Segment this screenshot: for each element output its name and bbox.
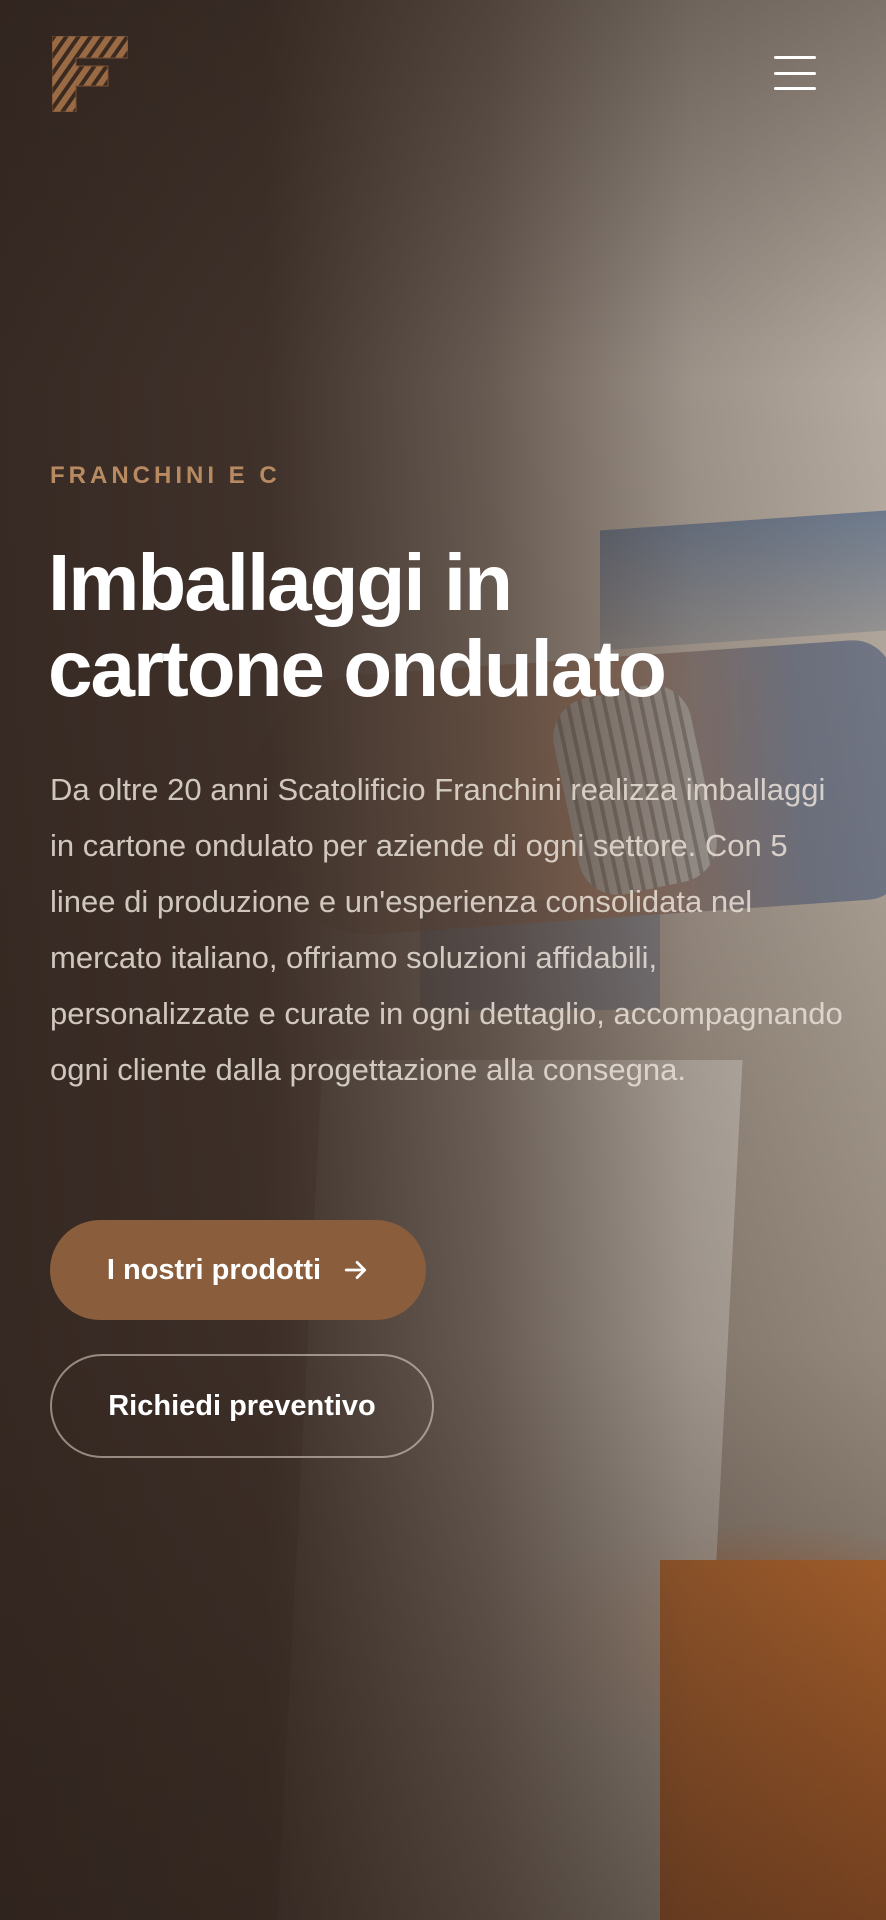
franchini-logo-icon[interactable] xyxy=(51,35,129,113)
hero-title-line-2: cartone ondulato xyxy=(48,624,667,713)
hamburger-menu-icon[interactable] xyxy=(772,50,818,96)
products-button[interactable]: I nostri prodotti xyxy=(50,1220,426,1320)
hero-title: Imballaggi in cartone ondulato xyxy=(48,540,828,712)
hero-title-line-1: Imballaggi in xyxy=(48,538,513,627)
hero-eyebrow: FRANCHINI E C xyxy=(50,462,281,489)
hero-description: Da oltre 20 anni Scatolificio Franchini … xyxy=(50,772,843,1087)
products-button-label: I nostri prodotti xyxy=(106,1253,322,1286)
arrow-right-icon xyxy=(344,1261,367,1279)
hero-section: FRANCHINI E C Imballaggi in cartone ondu… xyxy=(0,0,886,1920)
request-quote-button-label: Richiedi preventivo xyxy=(108,1389,376,1422)
request-quote-button[interactable]: Richiedi preventivo xyxy=(50,1354,434,1458)
